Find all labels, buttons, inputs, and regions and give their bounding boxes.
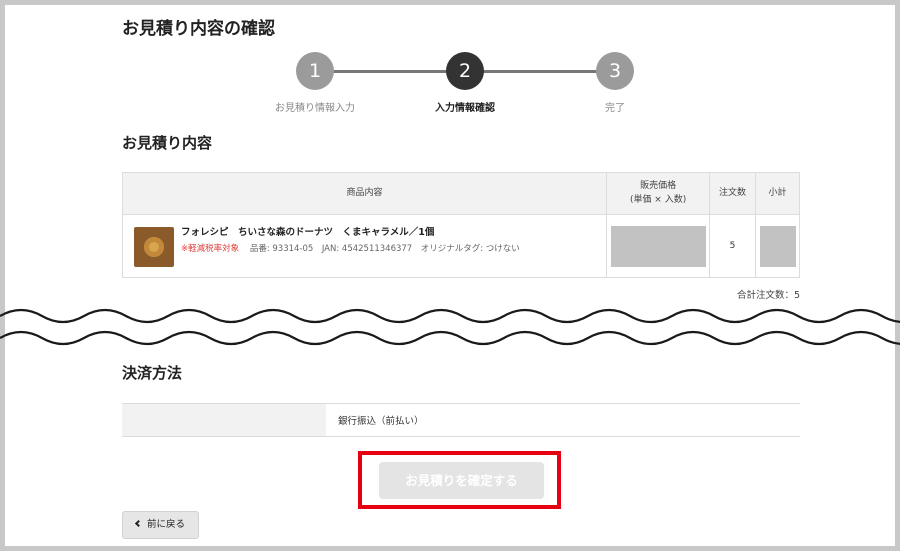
step-number: 1 bbox=[296, 52, 334, 90]
step-number: 2 bbox=[446, 52, 484, 90]
price-header-line1: 販売価格 bbox=[640, 181, 677, 192]
total-quantity: 合計注文数：5 bbox=[736, 290, 800, 301]
step-3: 3 完了 bbox=[555, 52, 675, 114]
product-name: フォレシピ ちいさな森のドーナツ くまキャラメル／1個 bbox=[181, 227, 435, 238]
step-label: 入力情報確認 bbox=[435, 103, 495, 114]
wave-divider bbox=[0, 308, 900, 346]
price-header-line2: (単価 × 入数) bbox=[629, 194, 687, 205]
page-title: お見積り内容の確認 bbox=[122, 19, 275, 39]
step-label: 完了 bbox=[605, 103, 625, 114]
column-header-product: 商品内容 bbox=[121, 172, 608, 215]
payment-section-title: 決済方法 bbox=[122, 364, 183, 382]
confirm-estimate-button[interactable]: お見積りを確定する bbox=[379, 462, 544, 499]
column-header-quantity: 注文数 bbox=[709, 172, 756, 215]
payment-method-row: 銀行振込（前払い） bbox=[122, 403, 800, 437]
product-codes: 品番: 93314-05 JAN: 4542511346377 オリジナルタグ:… bbox=[249, 244, 520, 254]
product-meta: ※軽減税率対象 品番: 93314-05 JAN: 4542511346377 … bbox=[181, 242, 520, 254]
column-header-subtotal: 小計 bbox=[755, 172, 800, 215]
estimate-section-title: お見積り内容 bbox=[122, 134, 213, 152]
subtotal-cell bbox=[755, 214, 800, 278]
product-image bbox=[134, 227, 174, 267]
step-label: お見積り情報入力 bbox=[275, 103, 355, 114]
table-header-row: 商品内容 販売価格 (単価 × 入数) 注文数 小計 bbox=[121, 172, 800, 215]
price-cell bbox=[606, 214, 711, 278]
step-2: 2 入力情報確認 bbox=[405, 52, 525, 114]
step-1: 1 お見積り情報入力 bbox=[255, 52, 375, 114]
table-row: フォレシピ ちいさな森のドーナツ くまキャラメル／1個 ※軽減税率対象 品番: … bbox=[121, 214, 800, 278]
estimate-table: 商品内容 販売価格 (単価 × 入数) 注文数 小計 フォレシピ ちいさな森のド… bbox=[121, 172, 800, 278]
product-cell: フォレシピ ちいさな森のドーナツ くまキャラメル／1個 ※軽減税率対象 品番: … bbox=[121, 214, 608, 278]
price-redacted bbox=[610, 225, 706, 267]
chevron-left-icon bbox=[134, 519, 143, 528]
back-button[interactable]: 前に戻る bbox=[122, 511, 199, 539]
tax-note: ※軽減税率対象 bbox=[181, 244, 240, 254]
payment-method-value: 銀行振込（前払い） bbox=[338, 416, 424, 427]
confirm-highlight-box: お見積りを確定する bbox=[358, 451, 561, 509]
quantity-cell: 5 bbox=[709, 214, 756, 278]
progress-stepper: 1 お見積り情報入力 2 入力情報確認 3 完了 bbox=[255, 52, 665, 118]
subtotal-redacted bbox=[759, 225, 796, 267]
back-button-label: 前に戻る bbox=[146, 519, 185, 530]
step-number: 3 bbox=[596, 52, 634, 90]
column-header-price: 販売価格 (単価 × 入数) bbox=[606, 172, 711, 215]
payment-row-header bbox=[122, 404, 326, 436]
